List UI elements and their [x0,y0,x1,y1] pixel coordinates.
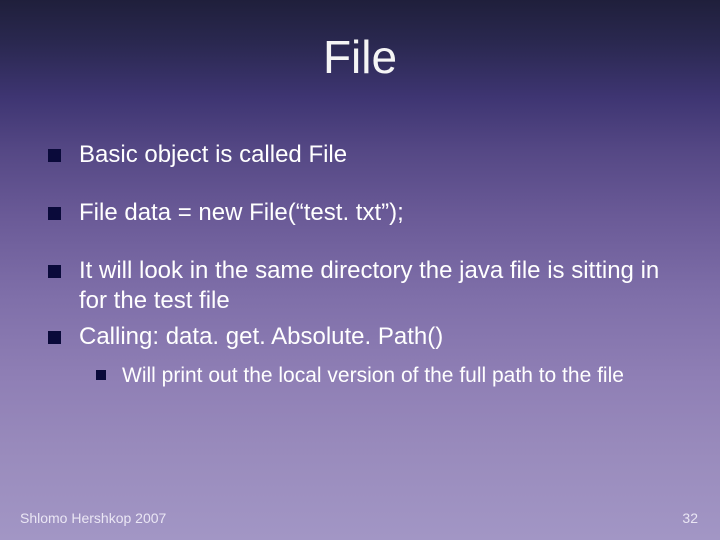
sub-bullet-text: Will print out the local version of the … [122,362,624,389]
slide-number: 32 [682,510,698,526]
sub-bullet-group: Will print out the local version of the … [96,362,680,389]
bullet-item: Calling: data. get. Absolute. Path() [48,322,680,352]
square-bullet-icon [96,370,106,380]
bullet-item: Basic object is called File [48,140,680,170]
bullet-item: File data = new File(“test. txt”); [48,198,680,228]
bullet-text: File data = new File(“test. txt”); [79,198,404,228]
bullet-text: Basic object is called File [79,140,347,170]
slide-body: Basic object is called File File data = … [48,140,680,389]
bullet-text: Calling: data. get. Absolute. Path() [79,322,443,352]
slide-title: File [0,30,720,84]
square-bullet-icon [48,265,61,278]
square-bullet-icon [48,207,61,220]
bullet-text: It will look in the same directory the j… [79,256,680,316]
slide: File Basic object is called File File da… [0,0,720,540]
footer-author: Shlomo Hershkop 2007 [20,510,166,526]
square-bullet-icon [48,331,61,344]
sub-bullet-item: Will print out the local version of the … [96,362,680,389]
square-bullet-icon [48,149,61,162]
bullet-item: It will look in the same directory the j… [48,256,680,316]
